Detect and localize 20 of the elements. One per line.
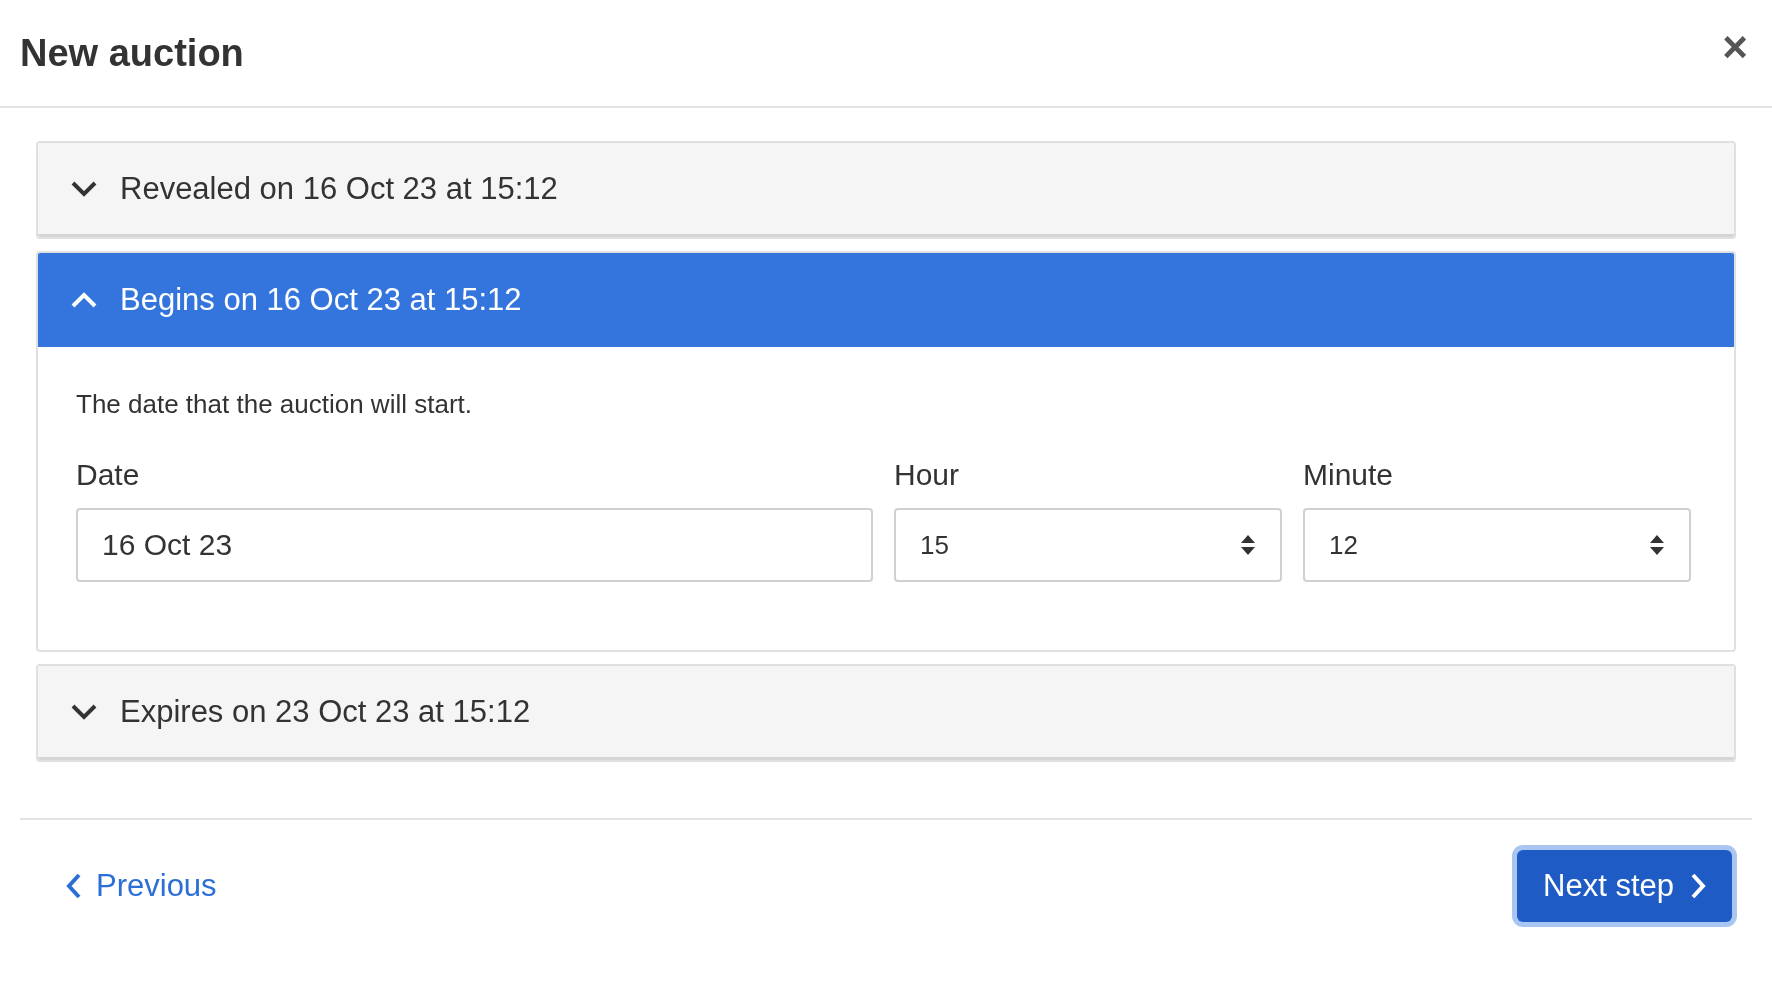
chevron-right-icon [1690, 872, 1706, 900]
section-description: The date that the auction will start. [76, 389, 473, 420]
accordion-header[interactable]: Revealed on 16 Oct 23 at 15:12 [38, 143, 1734, 237]
sort-arrows-icon [1240, 534, 1256, 556]
chevron-up-icon [70, 291, 98, 309]
close-button[interactable]: × [1718, 22, 1752, 72]
field-label: Hour [894, 458, 961, 492]
accordion-header[interactable]: Expires on 23 Oct 23 at 15:12 [38, 666, 1734, 760]
chevron-down-icon [70, 702, 98, 721]
field-label: Date [76, 458, 141, 492]
dialog-title: New auction [20, 31, 244, 75]
select-field[interactable]: 12 [1303, 508, 1691, 582]
sort-arrows-icon [1649, 534, 1665, 556]
chevron-left-icon [66, 872, 82, 900]
previous-link[interactable]: Previous [66, 868, 217, 904]
input-field[interactable]: 16 Oct 23 [76, 508, 873, 582]
accordion-header[interactable]: Begins on 16 Oct 23 at 15:12 [38, 253, 1734, 347]
select-field[interactable]: 15 [894, 508, 1282, 582]
chevron-down-icon [70, 179, 98, 198]
field-label: Minute [1303, 458, 1395, 492]
